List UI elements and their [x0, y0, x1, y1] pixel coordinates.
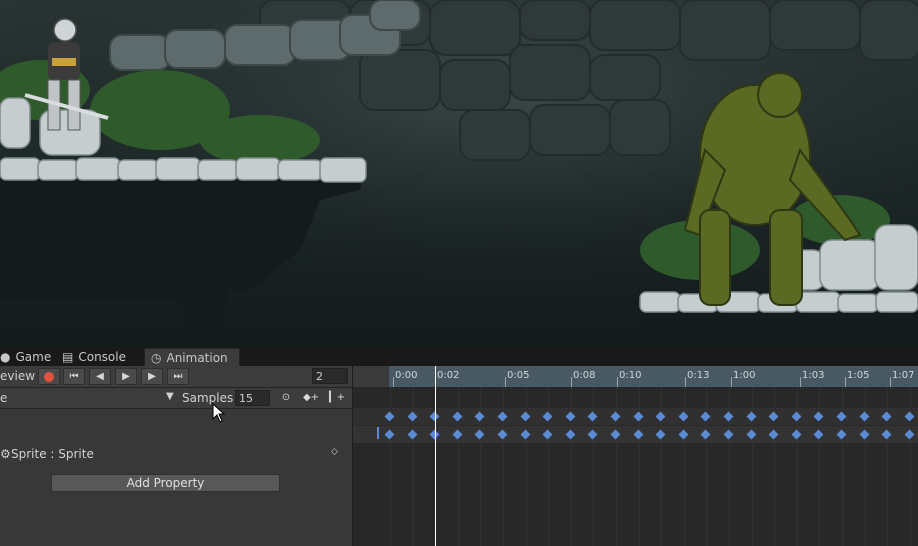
skip-end-icon: ⏭ — [173, 371, 183, 382]
ruler-tick-label: 1:00 — [733, 370, 756, 381]
ruler-tick — [800, 377, 801, 387]
first-keyframe-button[interactable]: ⏮ — [63, 368, 85, 385]
last-keyframe-button[interactable]: ⏭ — [167, 368, 189, 385]
prev-keyframe-button[interactable]: ◀ — [89, 368, 111, 385]
add-keyframe-button[interactable]: ◆+ — [300, 389, 322, 406]
add-property-button[interactable]: Add Property — [51, 474, 280, 492]
ruler-tick-label: 0:13 — [687, 370, 710, 381]
step-back-icon: ◀ — [96, 371, 104, 382]
frame-gridline — [684, 387, 685, 546]
frame-gridline — [503, 387, 504, 546]
tab-bar: ● Game ▤ Console ◷ Animation — [0, 347, 918, 367]
ruler-clip-range — [389, 366, 918, 387]
next-keyframe-button[interactable]: ▶ — [141, 368, 163, 385]
tab-game-label: Game — [15, 350, 52, 364]
frame-gridline — [661, 387, 662, 546]
clock-icon: ◷ — [151, 351, 162, 365]
preview-toggle[interactable]: eview — [0, 369, 35, 383]
sprite-renderer-icon: ⚙ — [0, 447, 11, 461]
tab-console[interactable]: ▤ Console — [62, 348, 126, 366]
frame-gridline — [797, 387, 798, 546]
console-icon: ▤ — [62, 350, 74, 364]
frame-gridline — [842, 387, 843, 546]
dopesheet[interactable]: 0:00 0:02 0:05 0:08 0:10 0:13 1:00 1:03 1:05 1:07 — [353, 366, 918, 546]
frame-gridline — [639, 387, 640, 546]
frame-gridline — [413, 387, 414, 546]
tab-console-label: Console — [78, 350, 126, 364]
animation-left-pane: eview ⏮ ◀ ▶ ▶ ⏭ 2 e ▼ Samples 15 ⊙ ◆+ ▎+… — [0, 366, 353, 546]
frame-gridline — [729, 387, 730, 546]
record-button[interactable] — [38, 368, 60, 385]
frame-gridline — [774, 387, 775, 546]
property-label: Sprite : Sprite — [11, 447, 94, 461]
ruler-tick-label: 1:05 — [847, 370, 870, 381]
frame-gridline — [819, 387, 820, 546]
animation-editor: ● Game ▤ Console ◷ Animation eview ⏮ ◀ ▶ ▶ … — [0, 347, 918, 546]
frame-gridline — [571, 387, 572, 546]
tab-animation[interactable]: ◷ Animation — [144, 348, 240, 367]
tab-animation-label: Animation — [166, 351, 228, 365]
ruler-tick-label: 0:10 — [619, 370, 642, 381]
skip-start-icon: ⏮ — [69, 371, 79, 382]
frame-gridline — [458, 387, 459, 546]
ruler-tick — [685, 377, 686, 387]
frame-gridline — [910, 387, 911, 546]
playhead[interactable] — [435, 366, 436, 546]
frame-gridline — [887, 387, 888, 546]
samples-field[interactable]: 15 — [235, 390, 270, 406]
ruler-tick-label: 0:02 — [437, 370, 460, 381]
filter-keyframes-button[interactable]: ⊙ — [275, 389, 297, 406]
mouse-cursor-icon — [212, 403, 226, 423]
clip-start-marker — [377, 427, 379, 439]
scene-view[interactable] — [0, 0, 918, 347]
scene-artwork — [0, 0, 918, 347]
ruler-tick — [890, 377, 891, 387]
ruler-tick-label: 1:07 — [892, 370, 915, 381]
clip-selector[interactable]: e — [0, 391, 7, 405]
frame-gridline — [752, 387, 753, 546]
game-icon: ● — [0, 350, 11, 364]
ruler-tick — [845, 377, 846, 387]
record-icon — [44, 372, 54, 382]
clip-row: e ▼ Samples 15 ⊙ ◆+ ▎+ — [0, 388, 352, 409]
tab-game[interactable]: ● Game — [0, 348, 51, 366]
crosshair-icon: ⊙ — [281, 392, 291, 403]
ruler-tick — [617, 377, 618, 387]
property-row[interactable]: ⚙ Sprite : Sprite ◇ — [0, 444, 352, 464]
ruler-tick — [393, 377, 394, 387]
play-icon: ▶ — [122, 371, 130, 382]
ruler-tick — [731, 377, 732, 387]
ruler-tick-label: 0:00 — [395, 370, 418, 381]
frame-gridline — [865, 387, 866, 546]
frame-gridline — [593, 387, 594, 546]
ruler-tick-label: 0:05 — [507, 370, 530, 381]
ruler-tick-label: 1:03 — [802, 370, 825, 381]
add-event-icon: ▎+ — [328, 392, 346, 403]
add-keyframe-icon: ◆+ — [302, 392, 320, 403]
frame-gridline — [480, 387, 481, 546]
clip-dropdown-icon[interactable]: ▼ — [166, 391, 174, 402]
ruler-tick — [505, 377, 506, 387]
frame-gridline — [706, 387, 707, 546]
add-event-button[interactable]: ▎+ — [326, 389, 348, 406]
animation-toolbar: eview ⏮ ◀ ▶ ▶ ⏭ 2 — [0, 366, 352, 388]
frame-field[interactable]: 2 — [312, 368, 348, 384]
ruler-tick-label: 0:08 — [573, 370, 596, 381]
ruler-tick — [571, 377, 572, 387]
property-keyframe-icon[interactable]: ◇ — [331, 447, 338, 457]
play-button[interactable]: ▶ — [115, 368, 137, 385]
frame-gridline — [526, 387, 527, 546]
frame-gridline — [548, 387, 549, 546]
frame-gridline — [616, 387, 617, 546]
time-ruler[interactable]: 0:00 0:02 0:05 0:08 0:10 0:13 1:00 1:03 1:05 1:07 — [353, 366, 918, 387]
frame-gridline — [390, 387, 391, 546]
step-forward-icon: ▶ — [148, 371, 156, 382]
